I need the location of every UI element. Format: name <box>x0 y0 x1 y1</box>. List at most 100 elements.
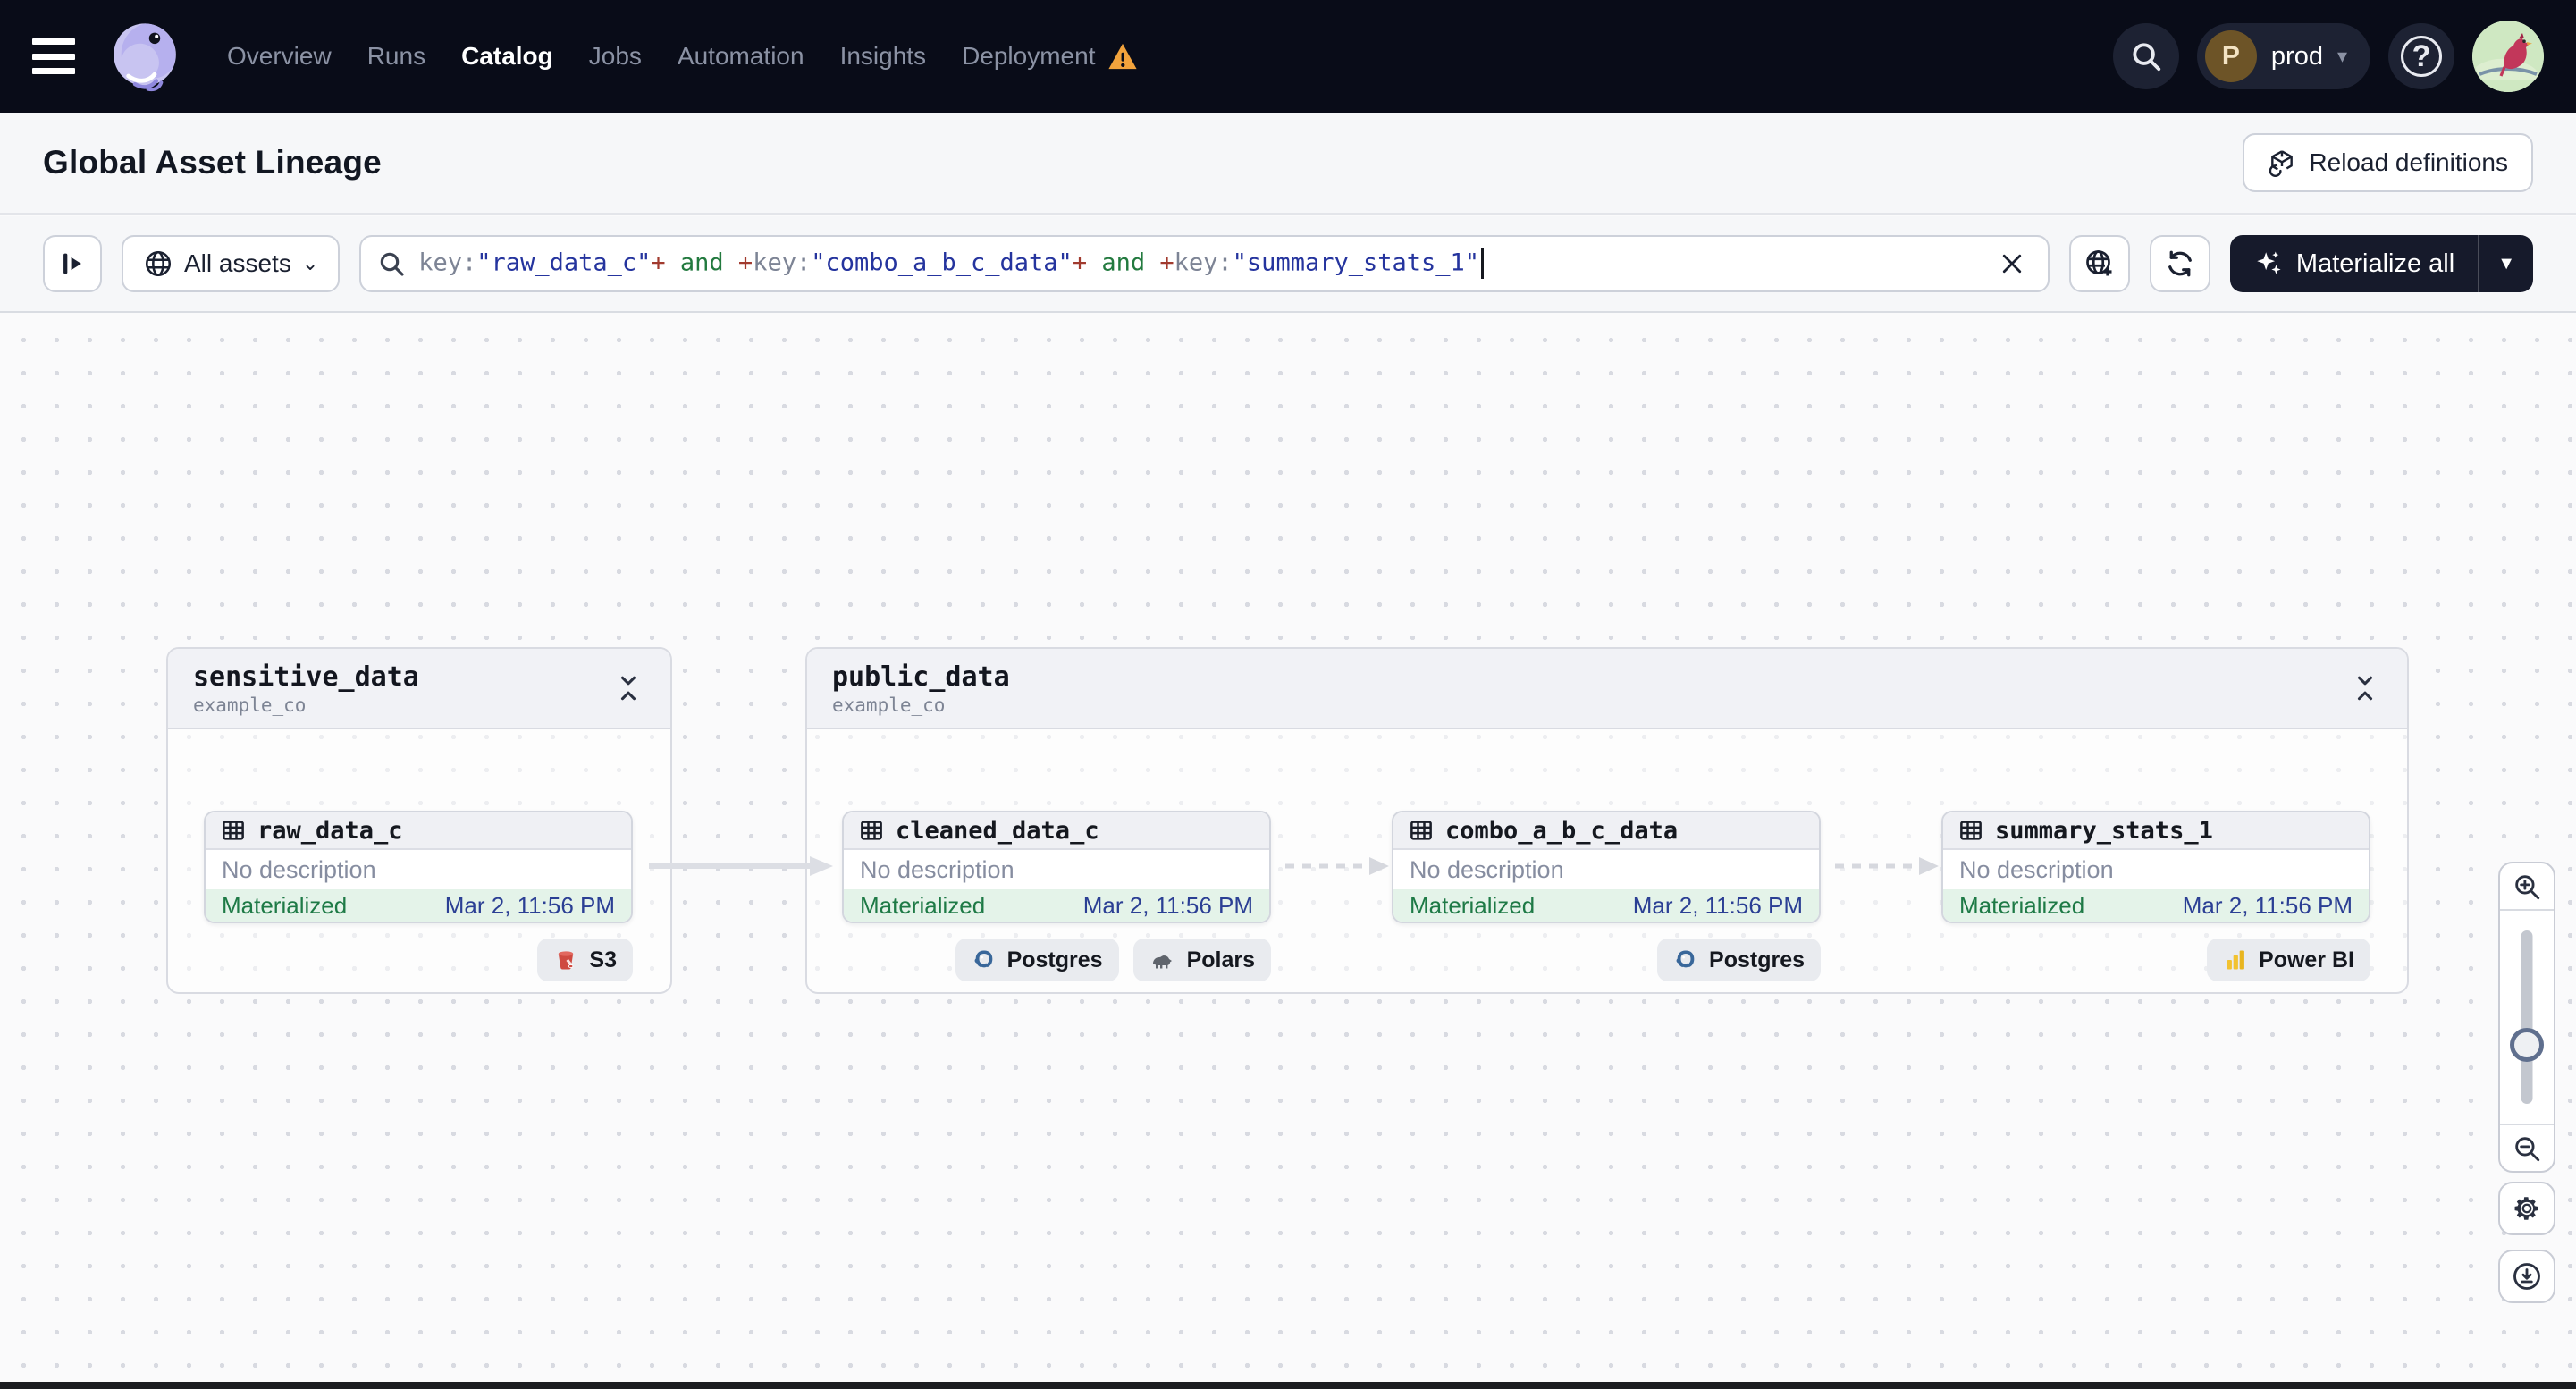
collapse-group-button[interactable] <box>2348 668 2382 709</box>
collapse-group-button[interactable] <box>611 668 645 709</box>
materialization-timestamp[interactable]: Mar 2, 11:56 PM <box>2183 892 2353 920</box>
asset-name: combo_a_b_c_data <box>1445 816 1679 845</box>
asset-status-row: Materialized Mar 2, 11:56 PM <box>844 889 1269 922</box>
table-icon <box>858 817 885 844</box>
nav-item-overview[interactable]: Overview <box>227 42 332 71</box>
reload-definitions-label: Reload definitions <box>2309 148 2508 176</box>
lineage-edge-combo-to-summary <box>1835 857 1939 875</box>
refresh-button[interactable] <box>2149 235 2210 292</box>
nav-item-deployment[interactable]: Deployment <box>962 42 1095 71</box>
window-bottom-edge <box>0 1382 2576 1389</box>
export-download-button[interactable] <box>2498 1250 2555 1303</box>
kind-tag-postgres[interactable]: Postgres <box>1657 939 1821 981</box>
globe-icon <box>143 248 173 279</box>
nav-item-catalog[interactable]: Catalog <box>461 42 553 71</box>
nav-item-deployment-wrap: Deployment <box>962 42 1138 71</box>
kind-tag-power-bi[interactable]: Power BI <box>2207 939 2370 981</box>
deployment-switcher[interactable]: P prod ▾ <box>2196 23 2370 89</box>
asset-name: cleaned_data_c <box>896 816 1099 845</box>
nav-item-jobs[interactable]: Jobs <box>589 42 642 71</box>
graph-settings-button[interactable] <box>2498 1182 2555 1235</box>
deployment-avatar: P <box>2204 30 2257 82</box>
s3-bucket-icon <box>553 947 578 972</box>
chevron-down-icon: ▾ <box>2336 45 2347 67</box>
dagster-octopus-logo[interactable] <box>105 17 184 96</box>
deployment-name: prod <box>2270 41 2323 71</box>
asset-node-header: combo_a_b_c_data <box>1393 812 1819 850</box>
kind-tag-postgres[interactable]: Postgres <box>955 939 1119 981</box>
warning-triangle-icon <box>1107 42 1138 71</box>
asset-name: raw_data_c <box>257 816 403 845</box>
nav-item-runs[interactable]: Runs <box>367 42 425 71</box>
sparkles-icon <box>2253 248 2284 279</box>
materialization-timestamp[interactable]: Mar 2, 11:56 PM <box>445 892 615 920</box>
tag-label: S3 <box>589 947 617 972</box>
query-segment: + <box>651 248 666 277</box>
group-header[interactable]: sensitive_data example_co <box>168 649 670 729</box>
zoom-slider-track[interactable] <box>2521 930 2533 1104</box>
asset-node-summary-stats-1[interactable]: summary_stats_1 No description Materiali… <box>1941 811 2370 923</box>
kind-tag-polars[interactable]: Polars <box>1132 939 1271 981</box>
chevron-down-icon: ⌄ <box>301 252 319 274</box>
asset-node-cleaned-data-c[interactable]: cleaned_data_c No description Materializ… <box>842 811 1271 923</box>
zoom-slider[interactable] <box>2500 911 2554 1124</box>
asset-node-header: summary_stats_1 <box>1943 812 2369 850</box>
lineage-graph-canvas[interactable]: sensitive_data example_co public_data ex… <box>0 315 2576 1382</box>
tag-label: Polars <box>1186 947 1255 972</box>
materialized-status: Materialized <box>1959 891 2085 919</box>
hamburger-menu-button[interactable] <box>32 38 75 74</box>
query-segment: "raw_data_c" <box>476 248 652 277</box>
materialization-timestamp[interactable]: Mar 2, 11:56 PM <box>1083 892 1253 920</box>
help-button[interactable]: ? <box>2388 23 2454 89</box>
asset-description: No description <box>206 850 631 889</box>
page-title: Global Asset Lineage <box>43 144 382 181</box>
download-circle-icon <box>2511 1260 2543 1292</box>
reload-cube-icon <box>2268 148 2296 177</box>
asset-node-combo-a-b-c-data[interactable]: combo_a_b_c_data No description Material… <box>1392 811 1821 923</box>
query-segment: and <box>665 248 738 277</box>
tag-label: Postgres <box>1709 947 1805 972</box>
materialize-split-button: Materialize all ▼ <box>2229 235 2533 292</box>
materialization-timestamp[interactable]: Mar 2, 11:56 PM <box>1633 892 1803 920</box>
materialize-all-button[interactable]: Materialize all <box>2230 235 2478 292</box>
nav-item-automation[interactable]: Automation <box>678 42 804 71</box>
tag-label: Postgres <box>1006 947 1103 972</box>
asset-search-input[interactable]: key:"raw_data_c"+ and +key:"combo_a_b_c_… <box>359 235 2050 292</box>
query-segment: "summary_stats_1" <box>1232 248 1480 277</box>
group-header[interactable]: public_data example_co <box>807 649 2407 729</box>
help-icon: ? <box>2401 36 2442 77</box>
zoom-out-button[interactable] <box>2500 1124 2554 1171</box>
zoom-in-button[interactable] <box>2500 863 2554 911</box>
tag-label: Power BI <box>2259 947 2354 972</box>
polars-icon <box>1149 949 1176 971</box>
clear-search-button[interactable] <box>1992 244 2032 283</box>
lineage-toolbar: All assets ⌄ key:"raw_data_c"+ and +key:… <box>0 216 2576 313</box>
asset-tags-summary-stats-1: Power BI <box>2207 939 2370 981</box>
asset-tags-raw-data-c: S3 <box>537 939 633 981</box>
zoom-slider-handle[interactable] <box>2510 1028 2544 1062</box>
postgres-icon <box>972 947 997 972</box>
top-nav: Overview Runs Catalog Jobs Automation In… <box>0 0 2576 113</box>
materialize-options-button[interactable]: ▼ <box>2479 235 2533 292</box>
globe-plus-icon <box>2084 248 2116 280</box>
query-segment: + <box>1159 248 1174 277</box>
global-search-button[interactable] <box>2112 23 2179 89</box>
search-icon <box>2129 39 2163 73</box>
add-to-catalog-view-button[interactable] <box>2068 235 2130 292</box>
open-side-panel-button[interactable] <box>43 235 102 292</box>
kind-tag-s3[interactable]: S3 <box>537 939 633 981</box>
asset-node-raw-data-c[interactable]: raw_data_c No description Materialized M… <box>204 811 633 923</box>
open-panel-icon <box>57 248 88 279</box>
query-segment: "combo_a_b_c_data" <box>811 248 1073 277</box>
asset-selection-query[interactable]: key:"raw_data_c"+ and +key:"combo_a_b_c_… <box>418 248 1980 279</box>
asset-description: No description <box>844 850 1269 889</box>
nav-item-insights[interactable]: Insights <box>840 42 927 71</box>
refresh-icon <box>2164 248 2196 280</box>
text-cursor <box>1481 248 1485 279</box>
materialized-status: Materialized <box>860 891 986 919</box>
user-avatar[interactable] <box>2472 21 2544 92</box>
asset-scope-dropdown[interactable]: All assets ⌄ <box>122 235 341 292</box>
group-name: sensitive_data <box>193 661 419 693</box>
zoom-control-panel <box>2498 862 2555 1173</box>
reload-definitions-button[interactable]: Reload definitions <box>2243 133 2533 192</box>
